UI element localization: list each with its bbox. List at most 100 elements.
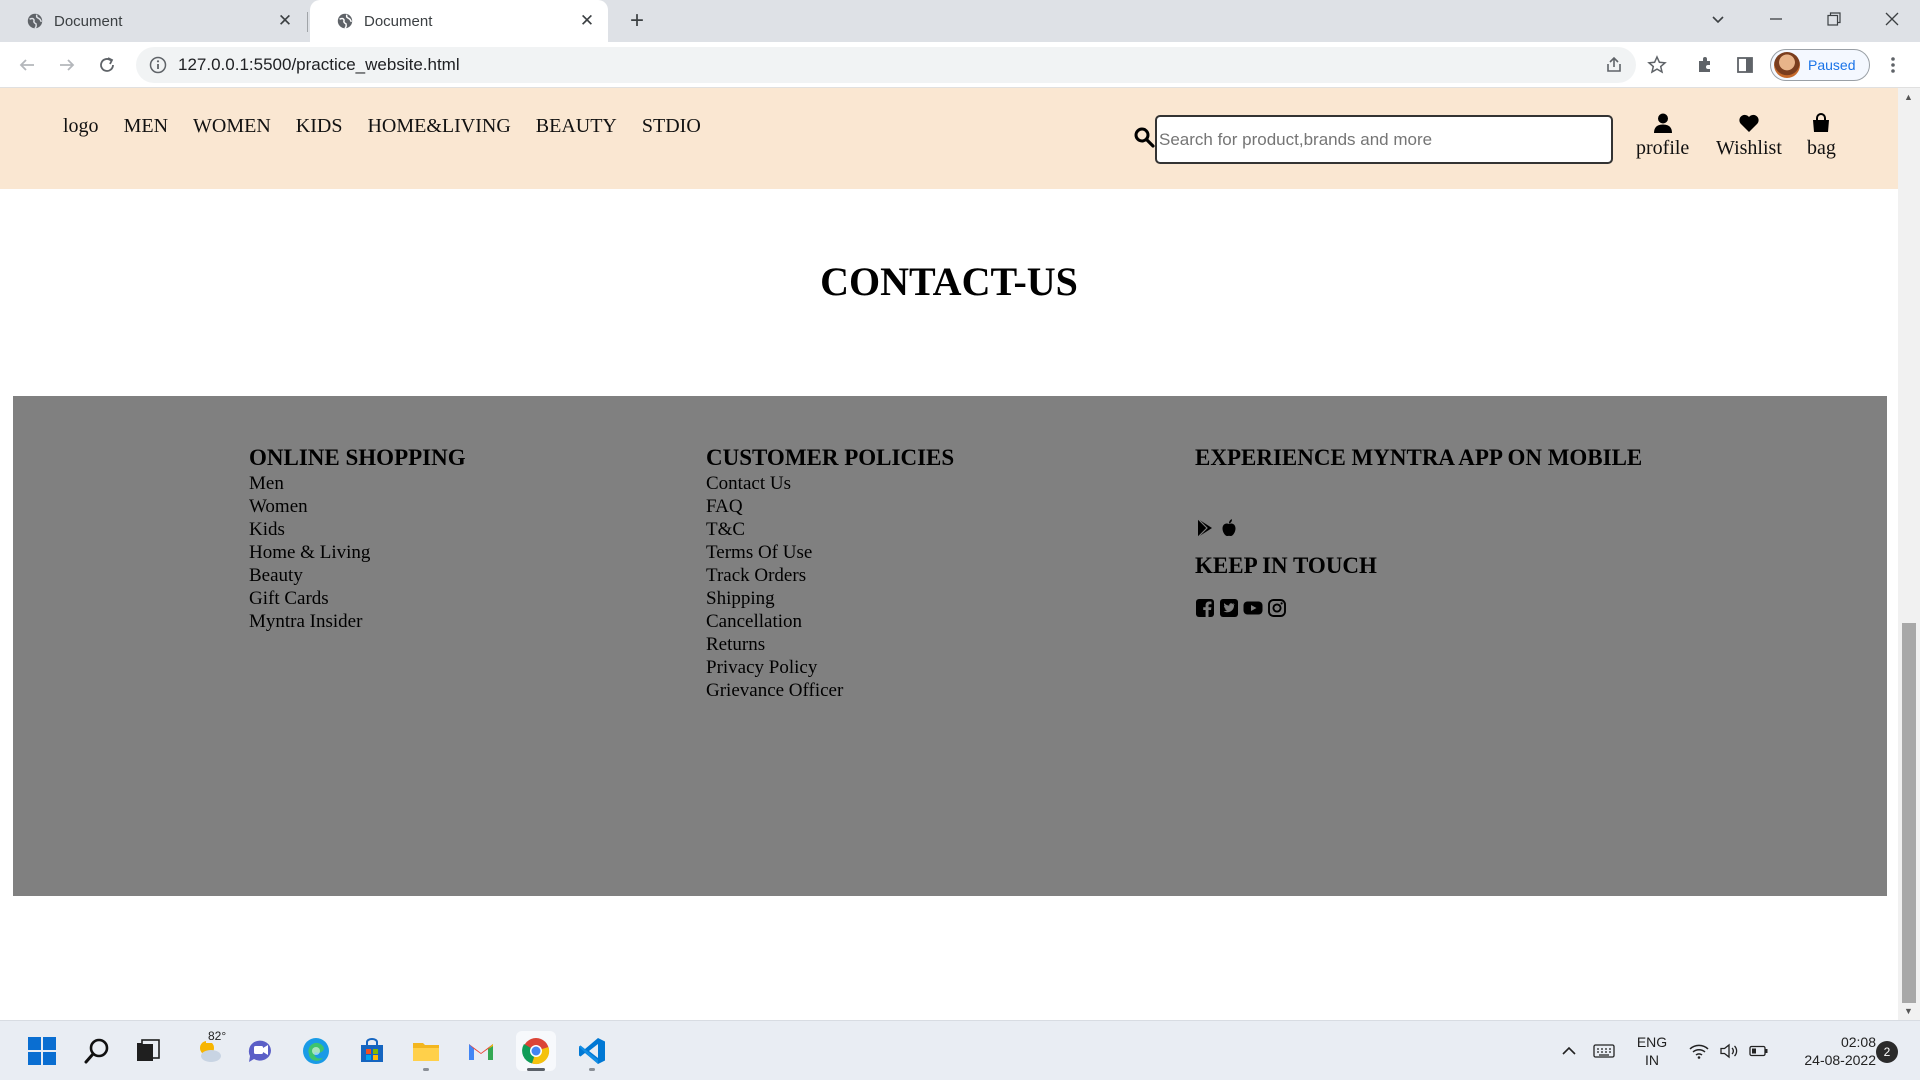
search-input[interactable] — [1155, 115, 1613, 164]
footer-link-kids[interactable]: Kids — [249, 518, 466, 541]
volume-status[interactable] — [1716, 1021, 1742, 1080]
footer-link-contact-us[interactable]: Contact Us — [706, 472, 954, 495]
region-code: IN — [1645, 1052, 1659, 1068]
footer-link-tc[interactable]: T&C — [706, 518, 954, 541]
tab-strip: Document ✕ Document ✕ + — [0, 0, 1920, 42]
weather-widget[interactable]: 82° — [190, 1029, 230, 1071]
browser-tab-1[interactable]: Document ✕ — [0, 0, 306, 42]
footer-heading: CUSTOMER POLICIES — [706, 445, 955, 470]
tab-search-icon[interactable] — [1690, 0, 1746, 38]
site-info-icon[interactable] — [148, 55, 168, 75]
wifi-icon — [1689, 1044, 1709, 1059]
bag-action[interactable]: bag — [1807, 112, 1836, 160]
nav-item-men[interactable]: MEN — [124, 115, 168, 138]
nav-item-beauty[interactable]: BEAUTY — [536, 115, 617, 138]
heart-icon — [1739, 114, 1759, 132]
file-explorer-button[interactable] — [406, 1031, 446, 1071]
back-button[interactable] — [12, 50, 42, 80]
side-panel-icon[interactable] — [1732, 52, 1758, 78]
footer-link-cancellation[interactable]: Cancellation — [706, 610, 954, 633]
globe-icon — [27, 13, 43, 29]
browser-menu-icon[interactable] — [1880, 52, 1906, 78]
nav-item-studio[interactable]: STDIO — [642, 115, 701, 138]
footer-link-track-orders[interactable]: Track Orders — [706, 564, 954, 587]
footer-link-returns[interactable]: Returns — [706, 633, 954, 656]
site-header: logo MEN WOMEN KIDS HOME&LIVING BEAUTY S… — [0, 88, 1898, 189]
footer-link-shipping[interactable]: Shipping — [706, 587, 954, 610]
footer-link-myntra-insider[interactable]: Myntra Insider — [249, 610, 466, 633]
address-bar[interactable]: 127.0.0.1:5500/practice_website.html — [136, 47, 1636, 83]
teams-chat-button[interactable] — [240, 1031, 280, 1071]
url-text[interactable]: 127.0.0.1:5500/practice_website.html — [178, 55, 460, 75]
task-view-button[interactable] — [128, 1031, 168, 1071]
footer-link-women[interactable]: Women — [249, 495, 466, 518]
chrome-icon — [522, 1038, 550, 1065]
input-language-indicator[interactable]: ENG IN — [1634, 1033, 1670, 1069]
bag-label: bag — [1807, 137, 1836, 159]
footer-link-men[interactable]: Men — [249, 472, 466, 495]
instagram-icon[interactable] — [1267, 598, 1287, 618]
keyboard-icon — [1593, 1044, 1615, 1058]
windows-logo-icon — [28, 1037, 56, 1065]
twitter-icon[interactable] — [1219, 598, 1239, 618]
apple-icon[interactable] — [1219, 518, 1239, 538]
bookmark-star-icon[interactable] — [1644, 52, 1670, 78]
browser-tab-2[interactable]: Document ✕ — [310, 0, 608, 42]
user-icon — [1653, 113, 1672, 133]
footer-link-gift-cards[interactable]: Gift Cards — [249, 587, 466, 610]
edge-icon — [303, 1038, 329, 1064]
footer-link-home-living[interactable]: Home & Living — [249, 541, 466, 564]
nav-logo[interactable]: logo — [63, 115, 99, 138]
footer-link-grievance-officer[interactable]: Grievance Officer — [706, 679, 954, 702]
share-icon[interactable] — [1602, 53, 1626, 77]
profile-button[interactable]: Paused — [1770, 49, 1870, 81]
scrollbar-thumb[interactable] — [1902, 623, 1916, 1003]
vscode-button[interactable] — [572, 1031, 612, 1071]
minimize-button[interactable] — [1748, 0, 1804, 38]
system-clock[interactable]: 02:08 24-08-2022 — [1780, 1033, 1876, 1069]
restore-button[interactable] — [1806, 0, 1862, 38]
battery-status[interactable] — [1746, 1021, 1772, 1080]
nav-item-women[interactable]: WOMEN — [193, 115, 271, 138]
touch-keyboard-button[interactable] — [1590, 1021, 1618, 1080]
footer-link-privacy-policy[interactable]: Privacy Policy — [706, 656, 954, 679]
nav-item-kids[interactable]: KIDS — [296, 115, 343, 138]
page-scrollbar[interactable]: ▲ ▼ — [1898, 88, 1920, 1020]
extensions-icon[interactable] — [1692, 52, 1718, 78]
scroll-down-arrow-icon[interactable]: ▼ — [1904, 1006, 1913, 1016]
globe-icon — [337, 13, 353, 29]
clock-time: 02:08 — [1840, 1034, 1876, 1050]
wifi-status[interactable] — [1686, 1021, 1712, 1080]
google-play-icon[interactable] — [1195, 518, 1215, 538]
show-hidden-icons-button[interactable] — [1556, 1021, 1582, 1080]
close-tab-icon[interactable]: ✕ — [272, 8, 298, 34]
close-window-button[interactable] — [1864, 0, 1920, 38]
search-icon — [84, 1038, 109, 1064]
reload-button[interactable] — [92, 50, 122, 80]
main-nav: logo MEN WOMEN KIDS HOME&LIVING BEAUTY S… — [63, 115, 726, 138]
close-tab-icon[interactable]: ✕ — [574, 8, 600, 34]
facebook-icon[interactable] — [1195, 598, 1215, 618]
footer-link-terms-of-use[interactable]: Terms Of Use — [706, 541, 954, 564]
speaker-icon — [1720, 1043, 1738, 1059]
page-title: CONTACT-US — [820, 259, 1078, 304]
chrome-button[interactable] — [516, 1031, 556, 1071]
youtube-icon[interactable] — [1243, 598, 1263, 618]
scroll-up-arrow-icon[interactable]: ▲ — [1904, 92, 1913, 102]
footer-online-shopping: ONLINE SHOPPING Men Women Kids Home & Li… — [249, 444, 466, 633]
footer-link-faq[interactable]: FAQ — [706, 495, 954, 518]
new-tab-button[interactable]: + — [622, 6, 652, 36]
wishlist-action[interactable]: Wishlist — [1716, 112, 1782, 160]
gmail-button[interactable] — [461, 1031, 501, 1071]
profile-action[interactable]: profile — [1636, 112, 1689, 160]
footer-link-beauty[interactable]: Beauty — [249, 564, 466, 587]
browser-toolbar: 127.0.0.1:5500/practice_website.html Pau… — [0, 42, 1920, 88]
forward-button[interactable] — [52, 50, 82, 80]
microsoft-store-button[interactable] — [352, 1031, 392, 1071]
nav-item-home-living[interactable]: HOME&LIVING — [367, 115, 510, 138]
shopping-bag-icon — [1813, 113, 1830, 132]
search-taskbar-button[interactable] — [77, 1031, 117, 1071]
start-button[interactable] — [22, 1031, 62, 1071]
edge-browser-button[interactable] — [296, 1031, 336, 1071]
notification-badge[interactable]: 2 — [1876, 1041, 1898, 1063]
